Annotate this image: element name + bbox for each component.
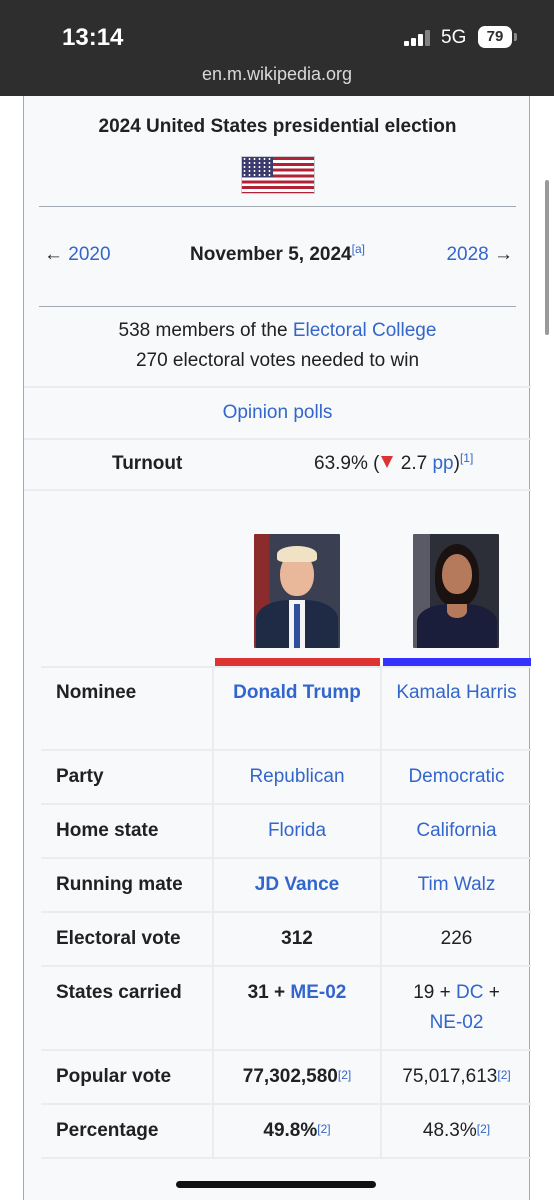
- nominee-harris-link[interactable]: Kamala Harris: [382, 678, 531, 708]
- status-bar: 13:14 5G 79 en.m.wikipedia.org: [0, 0, 554, 96]
- ref-1[interactable]: [1]: [460, 451, 473, 465]
- battery-cap: [514, 33, 517, 41]
- footnote-a[interactable]: [a]: [352, 242, 365, 256]
- network-type: 5G: [441, 27, 467, 48]
- electoral-vote-label: Electoral vote: [56, 928, 181, 949]
- votes-needed-text: 270 electoral votes needed to win: [135, 350, 420, 371]
- electoral-vote-harris: 226: [440, 928, 473, 949]
- ref-2[interactable]: [2]: [317, 1122, 330, 1136]
- popular-vote-label: Popular vote: [56, 1066, 172, 1087]
- popular-vote-harris: 75,017,613[2]: [402, 1066, 511, 1087]
- ref-2[interactable]: [2]: [477, 1122, 490, 1136]
- opinion-polls-link[interactable]: Opinion polls: [24, 402, 531, 424]
- electoral-vote-trump: 312: [281, 928, 313, 949]
- decrease-arrow-icon: [381, 456, 394, 468]
- address-bar[interactable]: en.m.wikipedia.org: [0, 64, 554, 85]
- signal-icon: [404, 30, 432, 46]
- states-carried-trump: 31 + ME-02: [247, 982, 347, 1003]
- popular-vote-trump: 77,302,580[2]: [242, 1066, 352, 1087]
- divider: [24, 489, 531, 491]
- electoral-college-text: 538 members of the Electoral College: [118, 320, 437, 341]
- home-state-florida-link[interactable]: Florida: [214, 816, 380, 846]
- divider: [39, 306, 516, 307]
- percentage-harris: 48.3%[2]: [422, 1120, 491, 1141]
- donald-trump-photo[interactable]: [254, 534, 340, 648]
- next-election-link[interactable]: 2028 →: [446, 244, 513, 266]
- running-mate-label: Running mate: [56, 874, 183, 895]
- me-02-link[interactable]: ME-02: [290, 982, 346, 1003]
- percentage-trump: 49.8%[2]: [263, 1120, 331, 1141]
- running-mate-walz-link[interactable]: Tim Walz: [382, 870, 531, 900]
- divider: [24, 386, 531, 388]
- states-carried-label: States carried: [56, 982, 182, 1003]
- percentage-label: Percentage: [56, 1120, 159, 1141]
- ref-2[interactable]: [2]: [497, 1068, 510, 1082]
- dc-link[interactable]: DC: [456, 982, 483, 1003]
- divider: [24, 438, 531, 440]
- party-label: Party: [56, 766, 104, 787]
- divider: [39, 206, 516, 207]
- democratic-color-bar: [383, 658, 531, 666]
- clock: 13:14: [62, 24, 124, 51]
- states-carried-harris: 19 + DC + NE-02: [413, 982, 500, 1033]
- pp-link[interactable]: pp: [432, 453, 453, 474]
- nominee-trump-link[interactable]: Donald Trump: [214, 678, 380, 708]
- republican-color-bar: [215, 658, 380, 666]
- electoral-college-link[interactable]: Electoral College: [293, 320, 437, 341]
- party-democratic-link[interactable]: Democratic: [382, 762, 531, 792]
- scrollbar[interactable]: [545, 180, 549, 335]
- home-state-label: Home state: [56, 820, 159, 841]
- party-republican-link[interactable]: Republican: [214, 762, 380, 792]
- ne-02-link[interactable]: NE-02: [430, 1012, 484, 1033]
- infobox-title: 2024 United States presidential election: [98, 116, 457, 137]
- running-mate-vance-link[interactable]: JD Vance: [214, 870, 380, 900]
- election-infobox: 2024 United States presidential election…: [23, 96, 531, 1200]
- home-state-california-link[interactable]: California: [382, 816, 531, 846]
- ref-2[interactable]: [2]: [338, 1068, 351, 1082]
- home-indicator[interactable]: [176, 1181, 376, 1188]
- turnout-label: Turnout: [112, 453, 183, 474]
- arrow-right-icon: →: [494, 244, 513, 265]
- us-flag-image[interactable]: [241, 156, 315, 194]
- kamala-harris-photo[interactable]: [413, 534, 499, 648]
- turnout-value: 63.9% ( 2.7 pp)[1]: [314, 451, 474, 474]
- battery-icon: 79: [478, 26, 512, 48]
- nominee-label: Nominee: [56, 682, 137, 703]
